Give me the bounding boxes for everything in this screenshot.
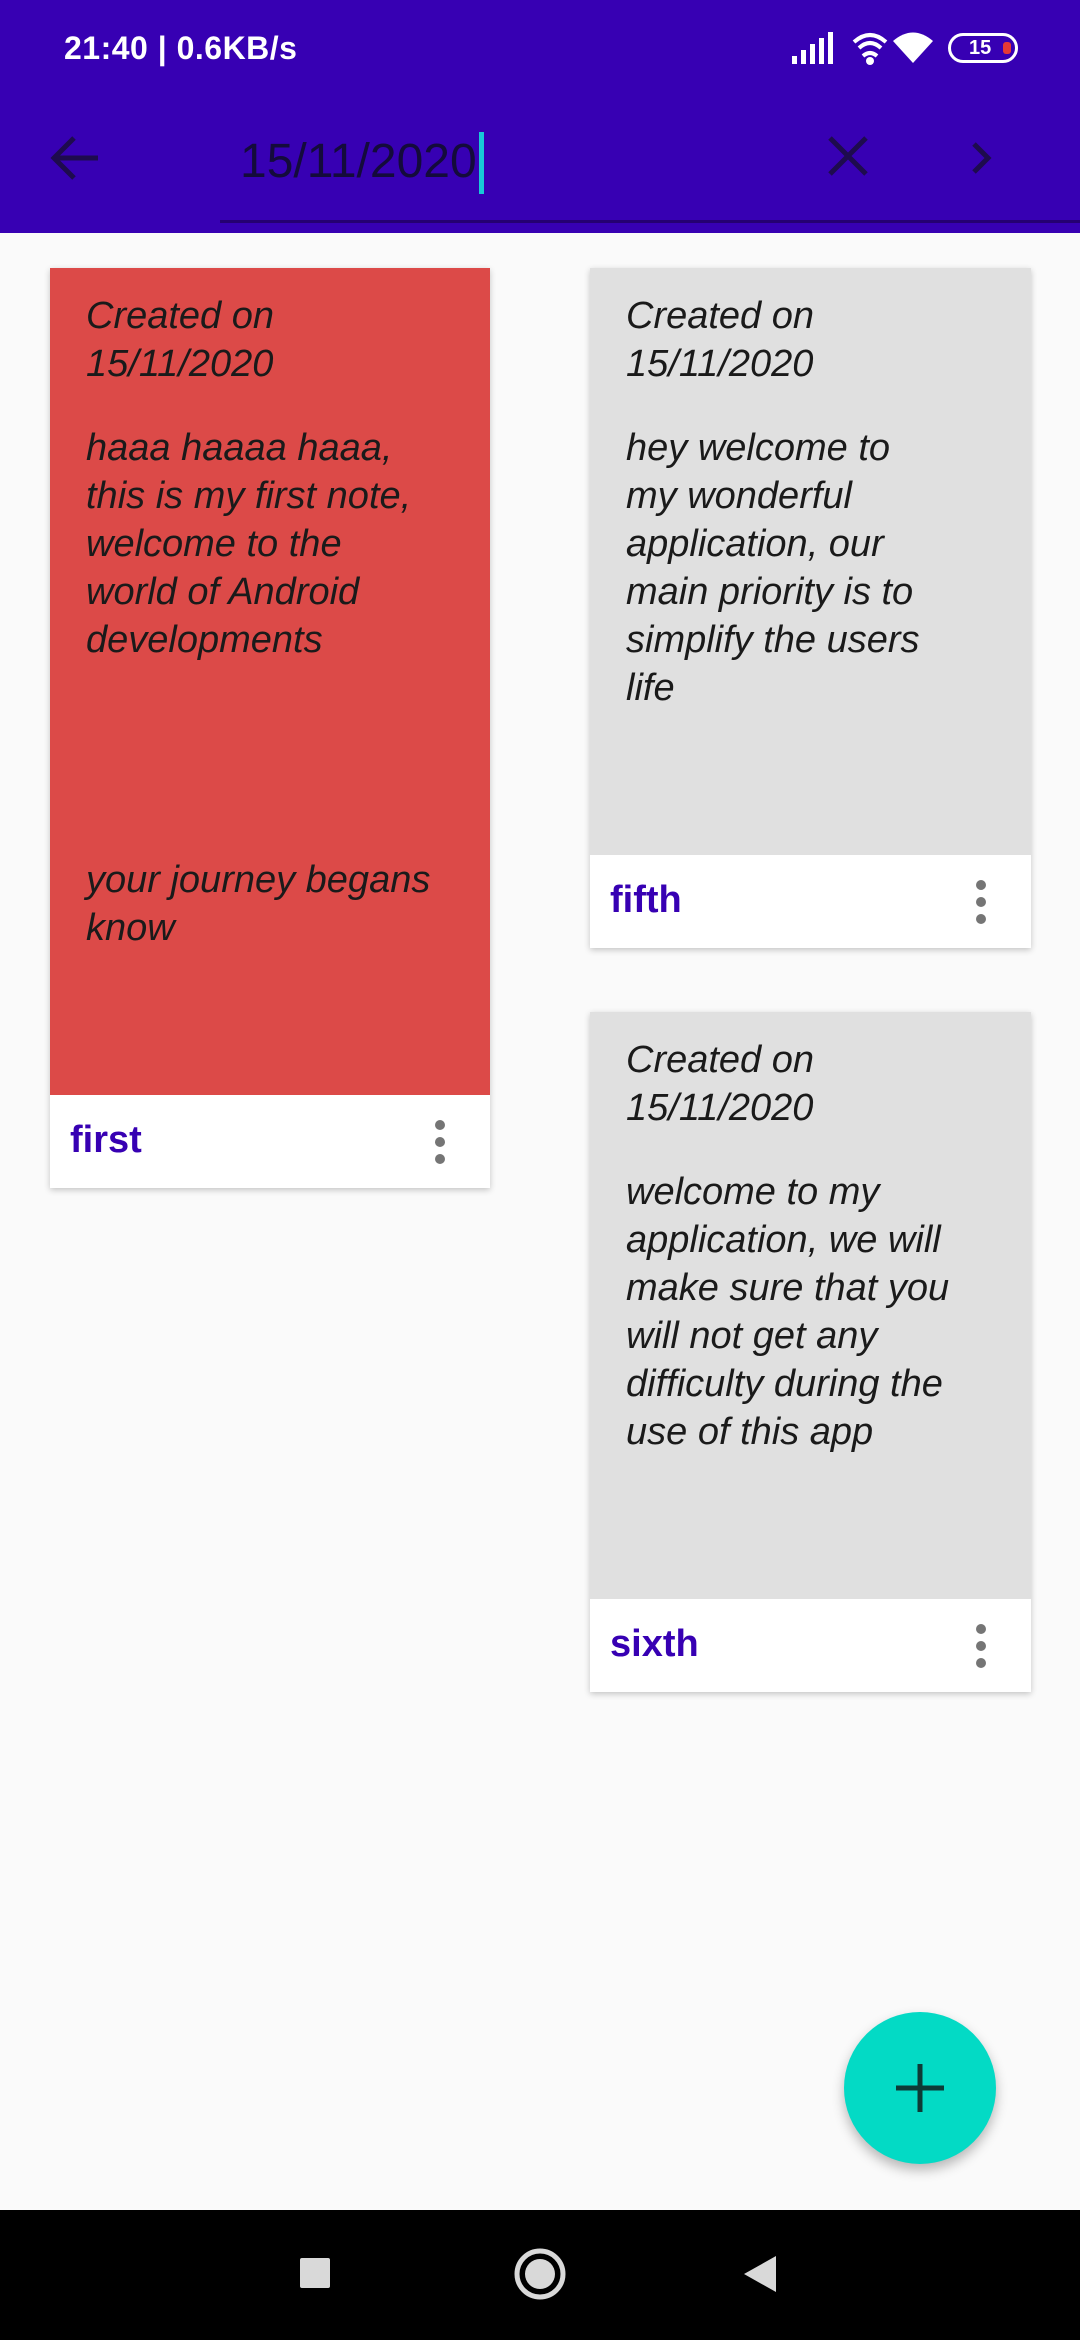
system-navigation-bar xyxy=(0,2210,1080,2340)
screen: 21:40 | 0.6KB/s 15 15/11/2020 Created on… xyxy=(0,0,1080,2340)
note-title: sixth xyxy=(610,1623,699,1665)
note-card-first[interactable]: Created on 15/11/2020 haaa haaaa haaa, t… xyxy=(50,268,490,1188)
wifi-icon xyxy=(893,32,933,63)
note-body: Created on 15/11/2020 haaa haaaa haaa, t… xyxy=(50,268,490,952)
status-bar: 21:40 | 0.6KB/s 15 xyxy=(0,0,1080,100)
hotspot-icon xyxy=(852,33,888,65)
chevron-right-icon[interactable] xyxy=(962,132,1002,184)
top-app-bar: 21:40 | 0.6KB/s 15 15/11/2020 xyxy=(0,0,1080,233)
back-triangle-icon[interactable] xyxy=(742,2254,778,2294)
battery-low-indicator xyxy=(1003,42,1011,54)
note-text: hey welcome to my wonderful application,… xyxy=(626,427,920,709)
signal-icon xyxy=(792,32,833,64)
note-footer: fifth xyxy=(590,855,1031,948)
clear-icon[interactable] xyxy=(820,128,876,184)
battery-icon: 15 xyxy=(948,33,1018,63)
search-input[interactable]: 15/11/2020 xyxy=(240,132,800,194)
note-created-date: Created on 15/11/2020 xyxy=(86,295,275,385)
note-footer: first xyxy=(50,1095,490,1188)
note-card-sixth[interactable]: Created on 15/11/2020 welcome to my appl… xyxy=(590,1012,1031,1692)
search-input-value[interactable]: 15/11/2020 xyxy=(240,135,477,188)
more-vert-icon[interactable] xyxy=(971,1621,991,1671)
note-created-date: Created on 15/11/2020 xyxy=(626,1039,815,1129)
text-cursor xyxy=(478,132,484,194)
search-toolbar: 15/11/2020 xyxy=(0,100,1080,233)
battery-level: 15 xyxy=(969,37,992,59)
note-body: Created on 15/11/2020 hey welcome to my … xyxy=(590,268,1031,712)
more-vert-icon[interactable] xyxy=(430,1117,450,1167)
add-note-fab[interactable] xyxy=(844,2012,996,2164)
note-body: Created on 15/11/2020 welcome to my appl… xyxy=(590,1012,1031,1456)
note-card-fifth[interactable]: Created on 15/11/2020 hey welcome to my … xyxy=(590,268,1031,948)
status-time: 21:40 | 0.6KB/s xyxy=(64,30,298,66)
home-circle-icon[interactable] xyxy=(512,2246,568,2302)
note-title: first xyxy=(70,1119,142,1161)
back-arrow-icon[interactable] xyxy=(46,128,106,188)
note-footer: sixth xyxy=(590,1599,1031,1692)
search-underline xyxy=(220,220,1080,223)
recents-square-icon[interactable] xyxy=(298,2256,332,2290)
note-text: haaa haaaa haaa, this is my first note, … xyxy=(86,427,431,949)
note-text: welcome to my application, we will make … xyxy=(626,1171,950,1453)
plus-icon xyxy=(896,2064,944,2112)
note-title: fifth xyxy=(610,879,682,921)
more-vert-icon[interactable] xyxy=(971,877,991,927)
note-created-date: Created on 15/11/2020 xyxy=(626,295,815,385)
